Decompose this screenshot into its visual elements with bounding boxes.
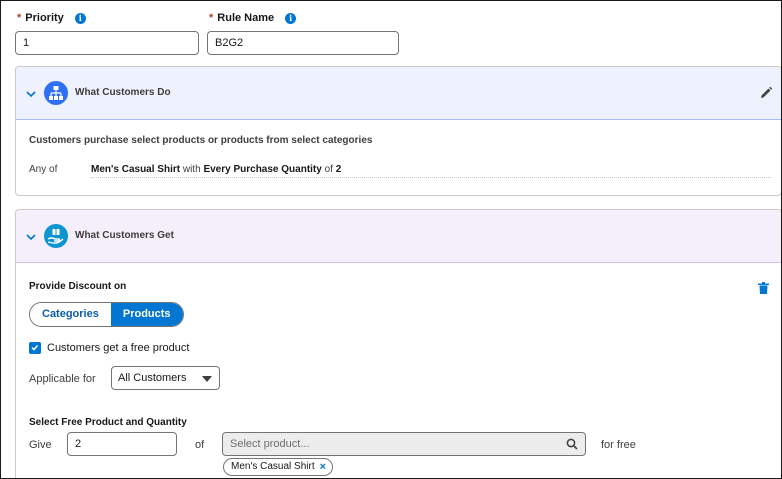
info-icon[interactable]: i — [74, 12, 86, 24]
free-product-label: Customers get a free product — [47, 342, 190, 354]
pencil-icon[interactable] — [759, 86, 773, 100]
selected-product-pill: Men's Casual Shirt × — [223, 458, 334, 476]
search-icon[interactable] — [566, 438, 578, 450]
segment-products[interactable]: Products — [110, 303, 183, 326]
rule-name-input[interactable]: B2G2 — [207, 31, 399, 55]
required-mark: * — [209, 12, 214, 24]
chevron-down-icon[interactable] — [25, 88, 37, 100]
info-icon[interactable]: i — [285, 12, 297, 24]
chevron-down-icon[interactable] — [25, 231, 37, 243]
for-free-label: for free — [601, 439, 636, 451]
product-placeholder: Select product... — [230, 438, 310, 450]
rule-name-label-text: Rule Name — [217, 12, 275, 24]
selected-product-label: Men's Casual Shirt — [231, 461, 315, 472]
caret-down-icon — [202, 376, 212, 382]
product-search-input[interactable]: Select product... — [222, 432, 586, 456]
gift-hand-icon — [44, 224, 68, 248]
condition-prefix: Any of — [29, 164, 58, 175]
condition-quantity: 2 — [335, 164, 342, 175]
divider — [91, 177, 771, 178]
trash-icon[interactable] — [758, 282, 769, 294]
condition-text: Men's Casual Shirt with Every Purchase Q… — [91, 164, 341, 175]
select-section-label: Select Free Product and Quantity — [29, 417, 187, 428]
condition-with: with — [182, 164, 201, 175]
required-mark: * — [17, 12, 22, 24]
priority-label: * Priority i — [17, 12, 86, 24]
customers-get-header[interactable]: What Customers Get — [16, 210, 781, 263]
customers-get-card: What Customers Get Provide Discount on C… — [15, 209, 781, 478]
priority-input[interactable]: 1 — [15, 31, 199, 55]
segment-categories[interactable]: Categories — [30, 303, 111, 326]
promotion-rule-form: * Priority i 1 * Rule Name i B2G2 What C… — [0, 0, 782, 479]
priority-label-text: Priority — [25, 12, 64, 24]
condition-of: of — [324, 164, 333, 175]
discount-label: Provide Discount on — [29, 281, 127, 292]
applicable-select[interactable]: All Customers — [111, 366, 220, 390]
applicable-value: All Customers — [118, 372, 187, 384]
discount-type-toggle: Categories Products — [29, 302, 184, 327]
of-label: of — [195, 439, 205, 451]
condition-product: Men's Casual Shirt — [91, 164, 181, 175]
applicable-label: Applicable for — [29, 373, 96, 385]
check-icon — [31, 345, 39, 351]
customers-do-title: What Customers Do — [75, 87, 171, 98]
customers-do-description: Customers purchase select products or pr… — [29, 135, 373, 146]
free-product-checkbox[interactable] — [29, 342, 41, 354]
condition-quantity-label: Every Purchase Quantity — [203, 164, 322, 175]
hierarchy-icon — [44, 81, 68, 105]
close-icon[interactable]: × — [320, 459, 326, 475]
customers-do-card: What Customers Do Customers purchase sel… — [15, 66, 781, 196]
give-quantity-input[interactable]: 2 — [67, 432, 177, 456]
rule-name-label: * Rule Name i — [209, 12, 297, 24]
customers-do-header[interactable]: What Customers Do — [16, 67, 781, 120]
customers-get-title: What Customers Get — [75, 230, 174, 241]
give-label: Give — [29, 439, 52, 451]
